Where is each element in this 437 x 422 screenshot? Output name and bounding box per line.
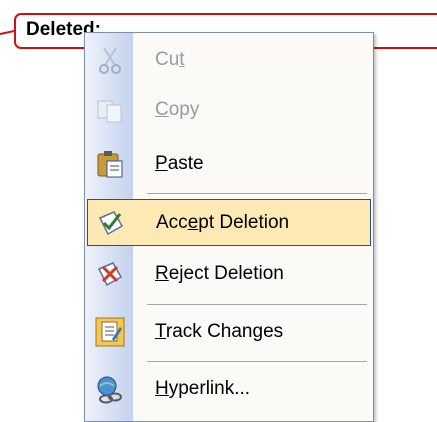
menu-separator (147, 304, 367, 305)
menu-separator (147, 361, 367, 362)
menu-item-label: Reject Deletion (155, 263, 284, 284)
context-menu: Cut Copy Paste Accept Deletion Reject De… (84, 32, 374, 422)
menu-item-accept-deletion[interactable]: Accept Deletion (87, 199, 371, 246)
menu-item-reject-deletion[interactable]: Reject Deletion (87, 251, 371, 298)
menu-item-label: Accept Deletion (156, 212, 290, 233)
menu-item-label: Cut (155, 49, 185, 70)
copy-icon (95, 95, 125, 125)
menu-item-label: Track Changes (155, 321, 284, 342)
menu-separator (147, 193, 367, 194)
reject-change-icon (95, 259, 125, 289)
menu-item-label: Hyperlink... (155, 378, 251, 399)
menu-item-label: Copy (155, 99, 200, 120)
menu-item-label: Paste (155, 153, 204, 174)
menu-item-copy[interactable]: Copy (87, 87, 371, 134)
menu-item-cut[interactable]: Cut (87, 37, 371, 84)
menu-item-paste[interactable]: Paste (87, 141, 371, 188)
menu-item-hyperlink[interactable]: Hyperlink... (87, 366, 371, 413)
scissors-icon (95, 45, 125, 75)
hyperlink-icon (95, 374, 125, 404)
track-changes-icon (95, 317, 125, 347)
accept-change-icon (96, 208, 126, 238)
menu-item-track-changes[interactable]: Track Changes (87, 309, 371, 356)
paste-icon (95, 149, 125, 179)
